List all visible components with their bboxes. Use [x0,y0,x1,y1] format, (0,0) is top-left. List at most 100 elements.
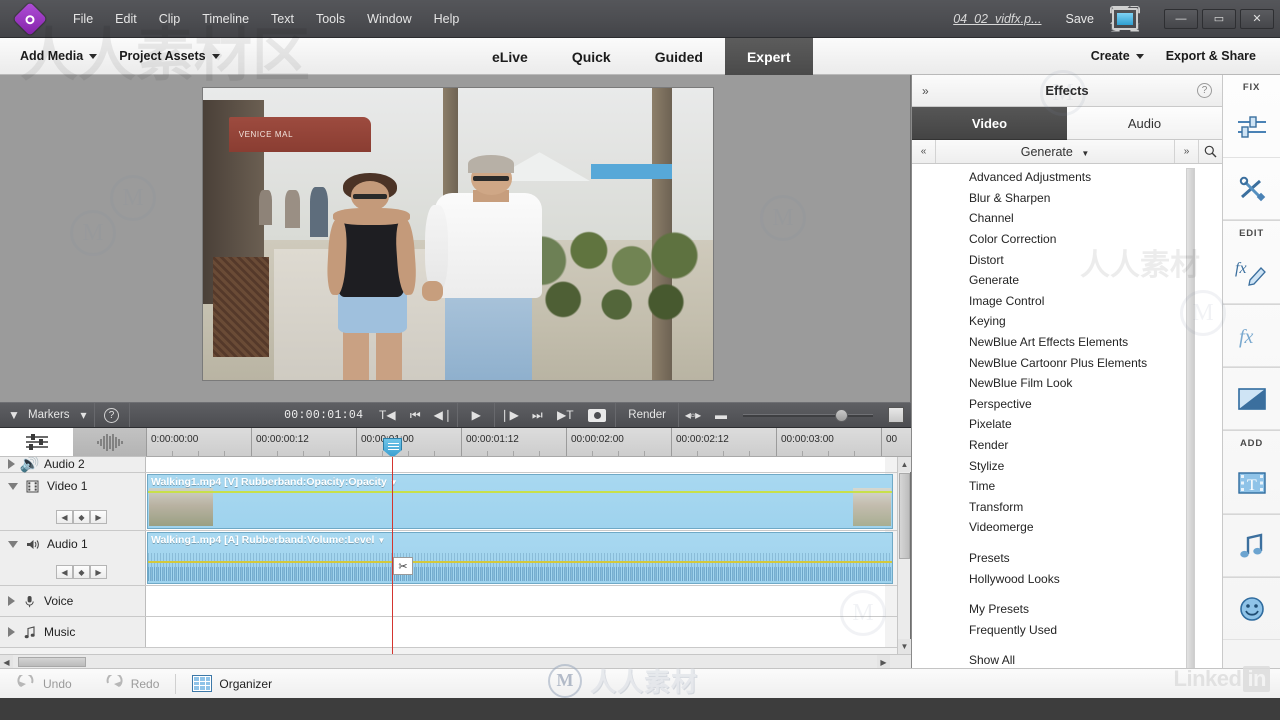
effect-category-item[interactable]: My Presets [912,599,1222,620]
go-to-previous-edit-button[interactable]: ⏮ [401,403,429,427]
disclosure-triangle-icon[interactable] [8,482,18,490]
step-back-button[interactable]: ◀❘ [429,403,457,427]
disclosure-triangle-icon[interactable] [8,627,15,637]
go-to-next-edit-button[interactable]: ⏭ [523,403,551,427]
screen-icon[interactable] [1112,7,1138,30]
zoom-max-button[interactable] [881,403,911,427]
disclosure-triangle-icon[interactable] [8,459,15,469]
titles-text-icon[interactable]: T [1223,452,1280,514]
timeline-horizontal-scrollbar[interactable]: ◀ ▶ [0,654,911,669]
prev-keyframe-button[interactable]: ◀ [56,510,73,524]
project-assets-button[interactable]: Project Assets [111,45,227,67]
menu-text[interactable]: Text [260,8,305,30]
track-body-voice[interactable] [146,586,885,616]
redo-button[interactable]: Redo [88,669,176,698]
current-timecode[interactable]: 00:00:01:04 [274,409,373,422]
organizer-button[interactable]: Organizer [176,669,288,698]
music-icon[interactable] [1223,515,1280,577]
effect-category-item[interactable]: Time [912,476,1222,497]
effect-category-item[interactable]: Channel [912,208,1222,229]
track-body-video-1[interactable]: Walking1.mp4 [V] Rubberband:Opacity:Opac… [146,473,893,530]
menu-clip[interactable]: Clip [148,8,192,30]
disclosure-triangle-icon[interactable] [8,540,18,548]
help-icon[interactable]: ? [95,403,129,427]
timeline-ruler[interactable]: 0:00:00:00 00:00:00:12 00:00:01:00 00:00… [146,428,911,457]
scroll-down-button[interactable]: ▼ [898,639,911,654]
audio-mixer-tool-button[interactable] [73,428,146,456]
markers-label[interactable]: Markers [28,409,74,421]
menu-help[interactable]: Help [423,8,471,30]
zoom-slider[interactable] [743,403,873,427]
freeze-frame-camera-icon[interactable] [579,403,615,427]
scrollbar-thumb[interactable] [18,657,86,667]
next-keyframe-button[interactable]: ▶ [90,565,107,579]
track-header-video-1[interactable]: Video 1 ◀ ◆ ▶ [0,473,146,530]
track-height-icon[interactable]: ▬ [707,403,735,427]
adjustments-icon[interactable] [1223,96,1280,158]
effect-category-item[interactable]: Videomerge [912,517,1222,538]
effect-category-item[interactable]: Transform [912,497,1222,518]
menu-window[interactable]: Window [356,8,422,30]
maximize-button[interactable]: ▭ [1202,8,1236,29]
scroll-up-button[interactable]: ▲ [898,457,911,472]
markers-caret-icon[interactable]: ▼ [0,403,28,427]
prev-keyframe-button[interactable]: ◀ [56,565,73,579]
effect-category-item[interactable]: NewBlue Film Look [912,373,1222,394]
save-button[interactable]: Save [1066,12,1095,26]
tab-expert[interactable]: Expert [724,38,813,75]
add-keyframe-button[interactable]: ◆ [73,510,90,524]
tab-guided[interactable]: Guided [633,38,725,75]
close-button[interactable]: ✕ [1240,8,1274,29]
volume-rubberband[interactable] [148,561,892,563]
help-icon[interactable]: ? [1197,83,1212,98]
add-keyframe-button[interactable]: ◆ [73,565,90,579]
effect-category-item[interactable]: NewBlue Cartoonr Plus Elements [912,352,1222,373]
effect-category-item[interactable]: Render [912,435,1222,456]
tab-audio[interactable]: Audio [1067,107,1222,140]
next-keyframe-button[interactable]: ▶ [90,510,107,524]
track-body-audio-1[interactable]: Walking1.mp4 [A] Rubberband:Volume:Level… [146,531,893,585]
effect-category-item[interactable]: Show All [912,650,1222,668]
search-icon[interactable] [1198,140,1222,163]
set-out-point-button[interactable]: ▶T [551,403,579,427]
export-share-button[interactable]: Export & Share [1158,45,1264,67]
track-header-audio-1[interactable]: Audio 1 ◀ ◆ ▶ [0,531,146,585]
track-body-audio-2[interactable] [146,457,885,472]
scroll-left-button[interactable]: ◀ [0,655,13,669]
scrollbar-thumb[interactable] [1187,169,1194,714]
tab-elive[interactable]: eLive [470,38,550,75]
fx-icon[interactable]: fx [1223,305,1280,367]
graphics-icon[interactable] [1223,578,1280,640]
effect-category-item[interactable]: Color Correction [912,229,1222,250]
effects-list-scrollbar[interactable] [1186,168,1195,720]
create-button[interactable]: Create [1083,45,1152,67]
render-button[interactable]: Render [616,409,678,421]
effect-category-item[interactable]: Distort [912,249,1222,270]
effect-category-item[interactable]: Blur & Sharpen [912,188,1222,209]
menu-timeline[interactable]: Timeline [191,8,260,30]
menu-edit[interactable]: Edit [104,8,148,30]
effect-category-item[interactable]: Frequently Used [912,619,1222,640]
minimize-button[interactable]: — [1164,8,1198,29]
preview-video-frame[interactable]: VENICE MAL [203,88,713,380]
effect-category-item[interactable]: Generate [912,270,1222,291]
step-forward-button[interactable]: ❘▶ [495,403,523,427]
menu-file[interactable]: File [62,8,104,30]
track-header-audio-2[interactable]: 🔊 Audio 2 [0,457,146,473]
effects-edit-icon[interactable]: fx [1223,242,1280,304]
timeline-vertical-scrollbar[interactable]: ▲ ▼ [897,457,911,654]
scrollbar-thumb[interactable] [899,473,910,559]
clip-video-1[interactable]: Walking1.mp4 [V] Rubberband:Opacity:Opac… [147,474,893,529]
undo-button[interactable]: Undo [0,669,88,698]
track-header-music[interactable]: Music [0,617,146,647]
double-chevron-right-icon[interactable]: » [922,84,929,98]
track-header-voice[interactable]: Voice [0,586,146,616]
menu-tools[interactable]: Tools [305,8,356,30]
track-body-music[interactable] [146,617,885,647]
add-media-button[interactable]: Add Media [12,45,105,67]
playhead-handle[interactable] [383,438,402,456]
tools-icon[interactable] [1223,158,1280,220]
tab-video[interactable]: Video [912,107,1067,140]
effect-category-item[interactable]: NewBlue Art Effects Elements [912,332,1222,353]
effect-category-item[interactable]: Stylize [912,455,1222,476]
